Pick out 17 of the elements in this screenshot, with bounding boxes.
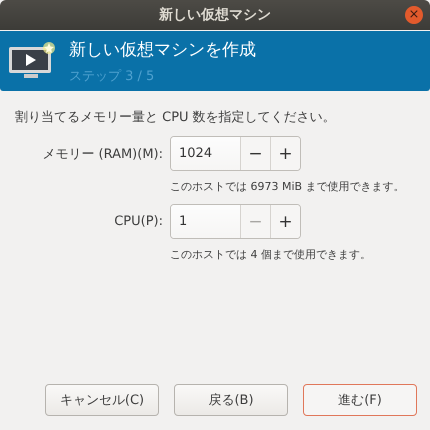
decrement-button[interactable]: −: [240, 137, 270, 170]
step-indicator: ステップ 3 / 5: [69, 68, 156, 84]
increment-button[interactable]: +: [270, 137, 300, 170]
field-label: メモリー (RAM)(M):: [42, 146, 163, 162]
header-title: 新しい仮想マシンを作成: [69, 38, 256, 60]
increment-button[interactable]: +: [270, 205, 300, 238]
close-button[interactable]: ×: [405, 6, 423, 24]
spin-field[interactable]: 1024 − +: [170, 136, 301, 171]
hint-text: このホストでは 6973 MiB まで使用できます。: [170, 179, 405, 194]
dialog-button[interactable]: 進む(F): [303, 384, 417, 416]
dialog-button[interactable]: 戻る(B): [174, 384, 288, 416]
field-label: CPU(P):: [114, 214, 163, 229]
hint-text: このホストでは 4 個まで使用できます。: [170, 247, 372, 262]
instruction-text: 割り当てるメモリー量と CPU 数を指定してください。: [15, 109, 337, 126]
monitor-icon: [8, 41, 56, 81]
dialog-button[interactable]: キャンセル(C): [45, 384, 159, 416]
window-title: 新しい仮想マシン: [159, 6, 271, 24]
